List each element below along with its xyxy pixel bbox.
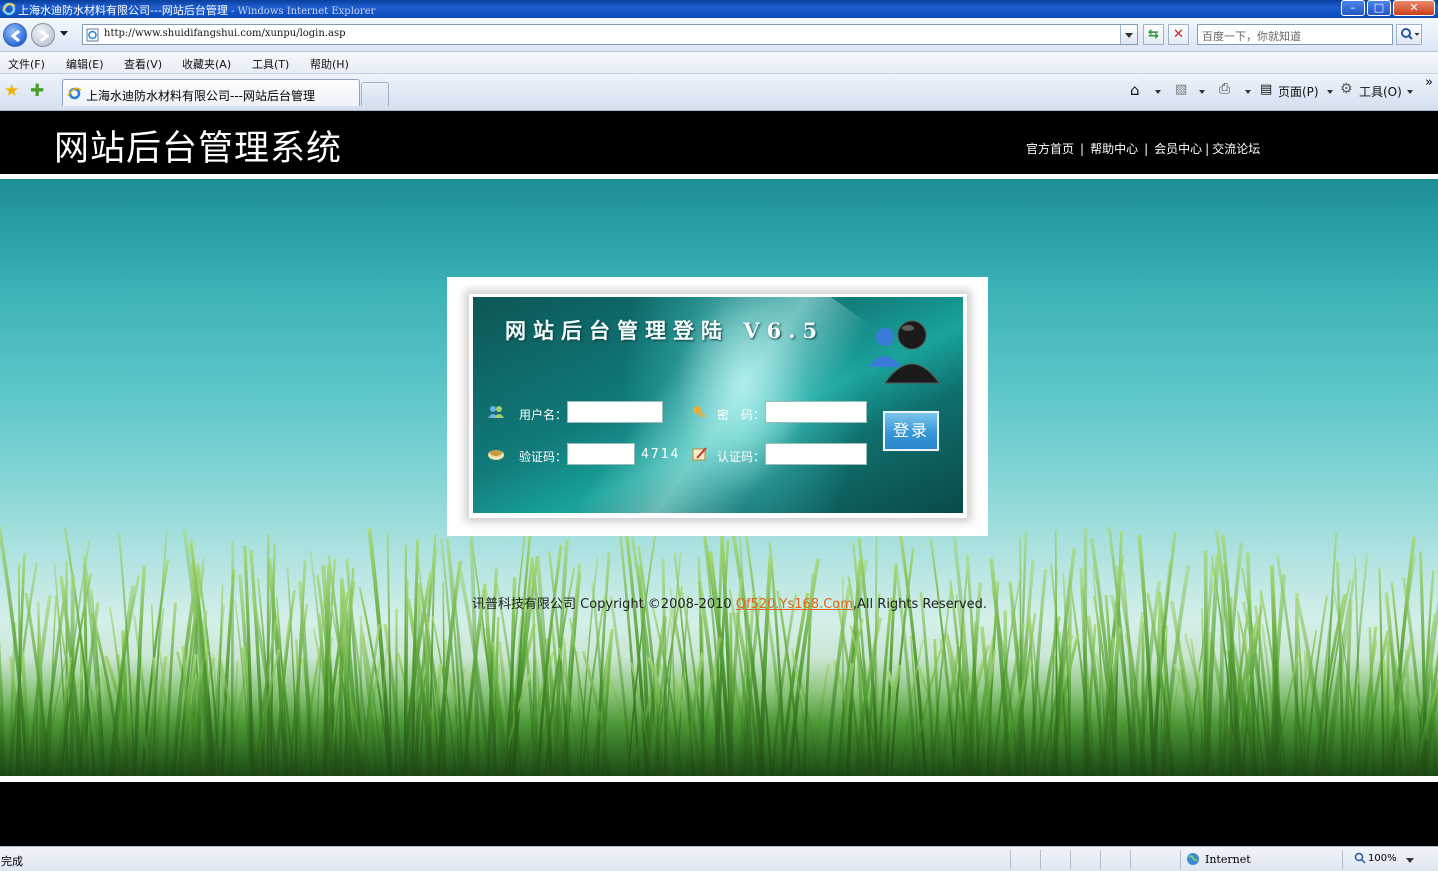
menu-view[interactable]: 查看(V) — [124, 56, 162, 72]
link-help-center[interactable]: 帮助中心 — [1090, 142, 1138, 156]
password-label: 密 码： — [717, 408, 766, 422]
users-icon — [869, 320, 940, 384]
username-icon — [488, 406, 504, 418]
menu-file[interactable]: 文件(F) — [8, 56, 45, 72]
login-title: 网站后台管理登陆 V6.5 — [505, 318, 825, 343]
grass-blade — [338, 582, 344, 776]
tab-active[interactable]: 上海水迪防水材料有限公司---网站后台管理 — [62, 79, 360, 106]
grass-blade — [532, 619, 536, 776]
status-bar: 完成 Internet 100% — [0, 846, 1438, 871]
grass-blade — [69, 575, 75, 776]
print-dropdown-icon[interactable] — [1245, 90, 1251, 94]
auth-code-icon — [692, 447, 707, 461]
link-separator: | — [1144, 142, 1149, 156]
menu-edit[interactable]: 编辑(E) — [66, 56, 104, 72]
tools-dropdown-icon[interactable] — [1407, 90, 1413, 94]
auth-code-input[interactable] — [765, 443, 867, 465]
site-footer-bar — [0, 782, 1438, 846]
username-input[interactable] — [567, 401, 663, 423]
globe-icon — [1187, 853, 1199, 865]
zoom-level[interactable]: 100% — [1368, 853, 1397, 864]
page-background: 网站后台管理登陆 V6.5 用户名： 密 码： 验证码： 4714 认证码： 登… — [0, 179, 1438, 776]
captcha-icon — [488, 450, 504, 460]
gear-icon: ⚙ — [1340, 81, 1353, 97]
link-separator: | — [1205, 142, 1210, 156]
site-header: 网站后台管理系统 官方首页 | 帮助中心 | 会员中心 | 交流论坛 — [0, 111, 1438, 174]
page-dropdown-icon[interactable] — [1327, 90, 1333, 94]
maximize-button[interactable]: □ — [1367, 0, 1391, 16]
security-zone[interactable]: Internet — [1205, 853, 1251, 866]
close-window-button[interactable]: ✕ — [1393, 0, 1435, 16]
favorites-star-icon[interactable]: ★ — [4, 82, 19, 100]
feeds-icon[interactable]: ▧ — [1175, 82, 1187, 97]
url-text: http://www.shuidifangshui.com/xunpu/logi… — [104, 28, 346, 39]
print-icon[interactable]: ⎙ — [1219, 81, 1230, 97]
link-member-center[interactable]: 会员中心 — [1154, 142, 1202, 156]
refresh-icon[interactable]: ⇆ — [1143, 24, 1164, 45]
captcha-input[interactable] — [567, 443, 635, 465]
forward-button[interactable] — [31, 23, 55, 47]
forward-arrow-icon — [40, 29, 50, 43]
window-title: 上海水迪防水材料有限公司---网站后台管理 - Windows Internet… — [18, 4, 376, 17]
web-page: 网站后台管理系统 官方首页 | 帮助中心 | 会员中心 | 交流论坛 网站后台管理登陆 V6… — [0, 111, 1438, 846]
page-menu-icon: ▤ — [1260, 82, 1273, 97]
new-tab-button[interactable] — [361, 82, 389, 106]
address-toolbar: http://www.shuidifangshui.com/xunpu/logi… — [0, 18, 1438, 52]
tab-ie-icon — [67, 87, 82, 100]
minimize-button[interactable]: – — [1341, 0, 1365, 16]
back-arrow-icon — [10, 29, 20, 43]
top-links: 官方首页 | 帮助中心 | 会员中心 | 交流论坛 — [1026, 140, 1260, 157]
chevron-more-icon[interactable]: » — [1425, 75, 1433, 90]
menu-bar: 文件(F) 编辑(E) 查看(V) 收藏夹(A) 工具(T) 帮助(H) — [0, 52, 1438, 74]
username-label: 用户名： — [519, 408, 568, 422]
password-input[interactable] — [765, 401, 867, 423]
link-official-home[interactable]: 官方首页 — [1026, 142, 1074, 156]
status-text: 完成 — [1, 855, 23, 868]
captcha-label: 验证码： — [519, 450, 568, 464]
grass-blade — [812, 664, 830, 776]
url-dropdown-icon[interactable] — [1120, 25, 1137, 44]
address-input[interactable]: http://www.shuidifangshui.com/xunpu/logi… — [82, 24, 1138, 45]
site-title: 网站后台管理系统 — [54, 129, 343, 169]
search-icon — [1401, 28, 1420, 40]
history-dropdown-icon[interactable] — [60, 31, 68, 36]
login-inner-frame: 网站后台管理登陆 V6.5 用户名： 密 码： 验证码： 4714 认证码： 登… — [469, 294, 967, 518]
key-icon — [693, 406, 706, 419]
captcha-code: 4714 — [641, 447, 681, 462]
zoom-dropdown-icon[interactable] — [1406, 858, 1414, 863]
tab-title: 上海水迪防水材料有限公司---网站后台管理 — [86, 89, 315, 103]
link-forum[interactable]: 交流论坛 — [1212, 142, 1260, 156]
page-icon — [86, 28, 99, 42]
login-frame: 网站后台管理登陆 V6.5 用户名： 密 码： 验证码： 4714 认证码： 登… — [447, 277, 988, 536]
link-separator: | — [1080, 142, 1085, 156]
home-dropdown-icon[interactable] — [1155, 90, 1161, 94]
ie-logo-icon — [2, 2, 16, 16]
login-button[interactable]: 登录 — [883, 411, 939, 451]
search-input[interactable]: 百度一下，你就知道 — [1197, 24, 1393, 45]
window-titlebar: 上海水迪防水材料有限公司---网站后台管理 - Windows Internet… — [0, 0, 1438, 18]
page-menu[interactable]: 页面(P) — [1278, 83, 1319, 100]
tab-bar: ★ ✚ 上海水迪防水材料有限公司---网站后台管理 ⌂ ▧ ⎙ ▤ 页面(P) … — [0, 74, 1438, 111]
stop-icon[interactable]: ✕ — [1168, 24, 1189, 45]
auth-code-label: 认证码： — [717, 450, 766, 464]
grass-blade — [1304, 655, 1308, 776]
copyright-link[interactable]: Qf520.Ys168.Com — [736, 597, 853, 612]
tools-menu[interactable]: 工具(O) — [1359, 83, 1402, 100]
feeds-dropdown-icon[interactable] — [1199, 90, 1205, 94]
menu-tools[interactable]: 工具(T) — [252, 56, 289, 72]
login-panel: 网站后台管理登陆 V6.5 用户名： 密 码： 验证码： 4714 认证码： 登… — [473, 297, 963, 513]
menu-help[interactable]: 帮助(H) — [310, 56, 349, 72]
menu-favorites[interactable]: 收藏夹(A) — [182, 56, 231, 72]
home-icon[interactable]: ⌂ — [1130, 81, 1140, 99]
zoom-icon — [1354, 852, 1366, 864]
add-favorite-icon[interactable]: ✚ — [30, 82, 44, 100]
copyright-text: 讯普科技有限公司 Copyright ©2008-2010 Qf520.Ys16… — [472, 597, 988, 612]
back-button[interactable] — [3, 23, 27, 47]
grass-blade — [1003, 610, 1009, 776]
grass-blade — [230, 541, 235, 776]
search-button[interactable] — [1396, 24, 1422, 45]
